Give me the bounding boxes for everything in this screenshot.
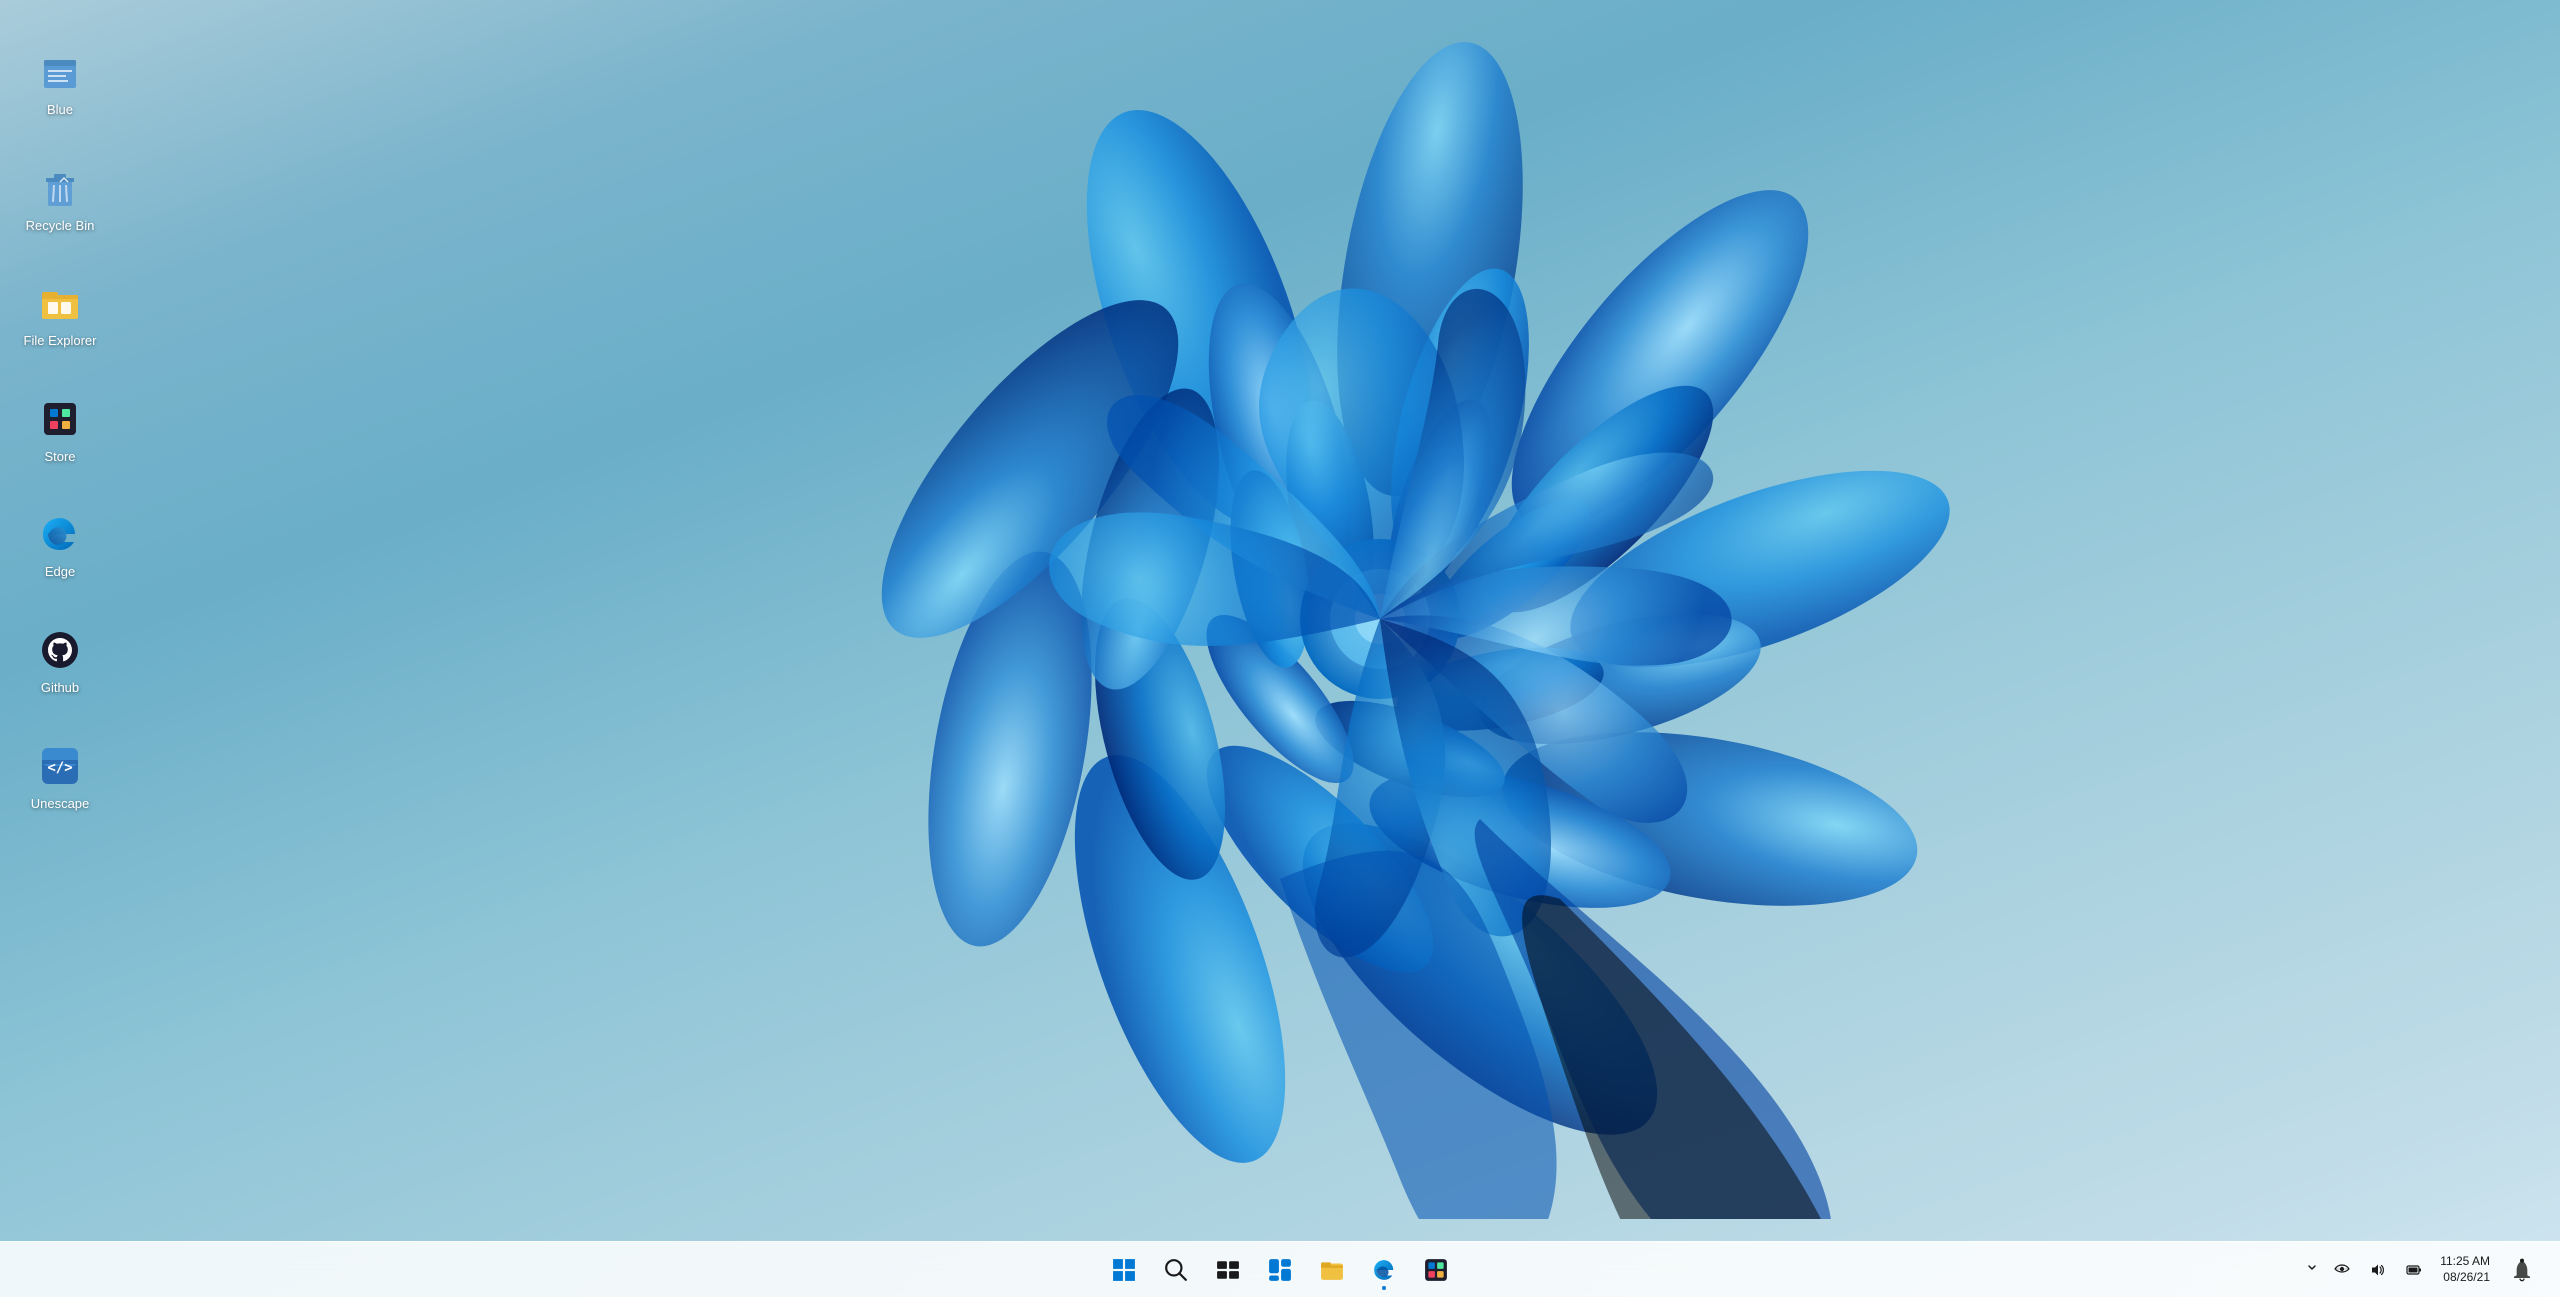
tray-expand-button[interactable] xyxy=(2302,1258,2322,1281)
search-button[interactable] xyxy=(1154,1248,1198,1292)
blue-icon-label: Blue xyxy=(47,102,73,118)
store-icon xyxy=(36,395,84,443)
desktop-icon-unescape[interactable]: </> Unescape xyxy=(15,734,105,820)
blue-icon xyxy=(36,48,84,96)
start-button[interactable] xyxy=(1102,1248,1146,1292)
explorer-taskbar-button[interactable] xyxy=(1310,1248,1354,1292)
edge-label: Edge xyxy=(45,564,75,580)
widgets-button[interactable] xyxy=(1258,1248,1302,1292)
notification-button[interactable] xyxy=(2500,1248,2544,1292)
desktop-icon-github[interactable]: Github xyxy=(15,618,105,704)
wallpaper-flower xyxy=(200,0,2560,1297)
desktop-icon-edge[interactable]: Edge xyxy=(15,502,105,588)
taskbar-right: 11:25 AM 08/26/21 xyxy=(2302,1248,2544,1292)
datetime-display[interactable]: 11:25 AM 08/26/21 xyxy=(2434,1250,2496,1289)
edge-icon xyxy=(36,510,84,558)
desktop: Blue Recycle Bin xyxy=(0,0,2560,1297)
unescape-label: Unescape xyxy=(31,796,90,812)
store-label: Store xyxy=(44,449,75,465)
desktop-icon-blue[interactable]: Blue xyxy=(15,40,105,126)
system-tray-volume[interactable] xyxy=(2362,1258,2394,1282)
github-label: Github xyxy=(41,680,79,696)
store-taskbar-button[interactable] xyxy=(1414,1248,1458,1292)
taskbar-center xyxy=(1102,1248,1458,1292)
edge-taskbar-button[interactable] xyxy=(1362,1248,1406,1292)
github-icon xyxy=(36,626,84,674)
time-display: 11:25 AM xyxy=(2440,1254,2490,1270)
task-view-button[interactable] xyxy=(1206,1248,1250,1292)
date-display: 08/26/21 xyxy=(2443,1270,2490,1286)
desktop-icon-store[interactable]: Store xyxy=(15,387,105,473)
taskbar: 11:25 AM 08/26/21 xyxy=(0,1241,2560,1297)
desktop-icon-recycle-bin[interactable]: Recycle Bin xyxy=(15,156,105,242)
desktop-icons-container: Blue Recycle Bin xyxy=(0,20,120,819)
recycle-bin-label: Recycle Bin xyxy=(26,218,95,234)
svg-text:</>: </> xyxy=(47,760,72,776)
unescape-icon: </> xyxy=(36,742,84,790)
file-explorer-label: File Explorer xyxy=(24,333,97,349)
file-explorer-icon xyxy=(36,279,84,327)
system-tray-battery[interactable] xyxy=(2398,1258,2430,1282)
recycle-bin-icon xyxy=(36,164,84,212)
desktop-icon-file-explorer[interactable]: File Explorer xyxy=(15,271,105,357)
system-tray-network[interactable] xyxy=(2326,1258,2358,1282)
